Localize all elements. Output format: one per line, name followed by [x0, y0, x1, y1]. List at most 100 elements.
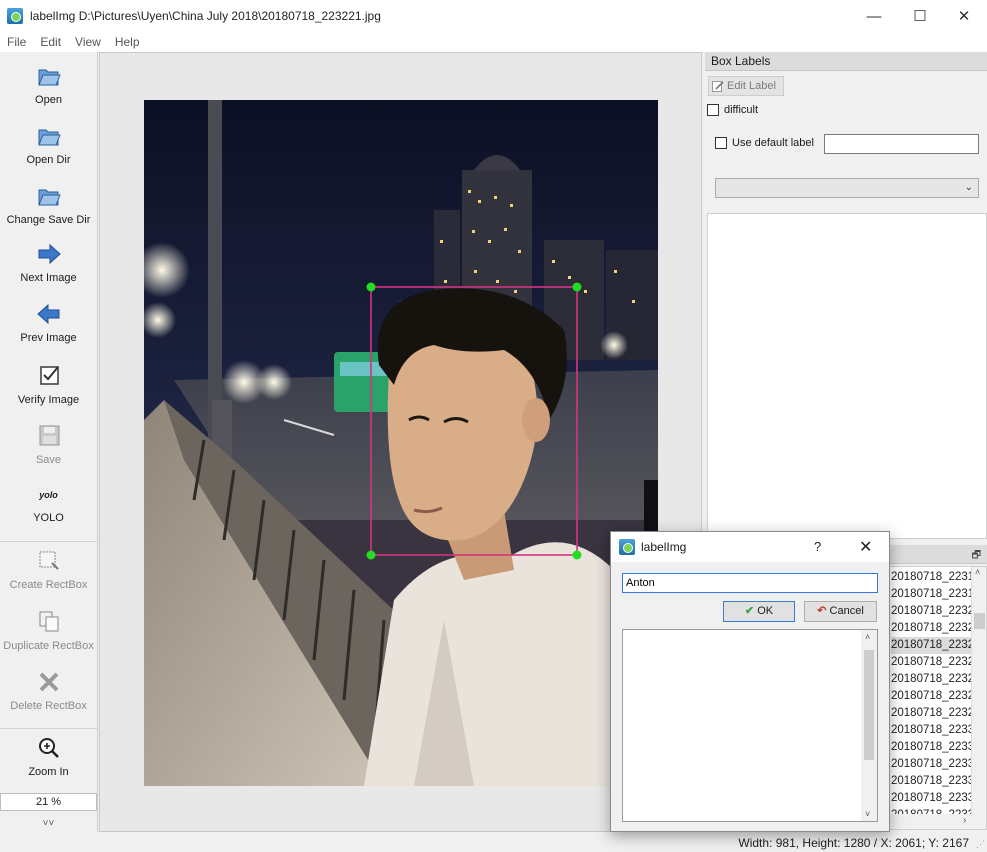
- menu-file[interactable]: File: [0, 35, 33, 49]
- window-titlebar: labelImg D:\Pictures\Uyen\China July 201…: [0, 0, 987, 32]
- scroll-right-icon[interactable]: ›: [963, 815, 966, 826]
- maximize-button[interactable]: ☐: [897, 0, 943, 32]
- delete-rectbox-button[interactable]: Delete RectBox: [0, 670, 97, 712]
- float-window-icon[interactable]: 🗗: [972, 548, 981, 565]
- yolo-icon: yolo: [39, 490, 58, 500]
- file-list-item[interactable]: 20180718_2232: [891, 705, 975, 722]
- edit-label-text: Edit Label: [727, 80, 776, 92]
- dialog-titlebar: labelImg ? ✕: [611, 532, 889, 562]
- cancel-button[interactable]: ↶ Cancel: [804, 601, 877, 622]
- duplicate-rectbox-button[interactable]: Duplicate RectBox: [0, 610, 97, 652]
- verify-image-label: Verify Image: [17, 394, 80, 406]
- arrow-left-icon: [36, 303, 59, 325]
- zoom-in-button[interactable]: Zoom In: [0, 736, 97, 778]
- duplicate-rectbox-label: Duplicate RectBox: [3, 640, 94, 652]
- zoom-in-icon: [38, 738, 59, 758]
- label-name-input[interactable]: [622, 573, 878, 593]
- scroll-thumb[interactable]: [864, 650, 874, 760]
- help-button[interactable]: ?: [814, 539, 821, 554]
- scroll-up-icon[interactable]: ˄: [865, 632, 870, 642]
- menu-bar: File Edit View Help: [0, 32, 987, 52]
- change-save-dir-label: Change Save Dir: [6, 214, 91, 226]
- file-list-vscrollbar[interactable]: ˄: [971, 567, 986, 817]
- yolo-format-button[interactable]: yolo YOLO: [0, 488, 97, 524]
- scroll-up-icon[interactable]: ˄: [975, 567, 980, 577]
- open-button[interactable]: Open: [0, 64, 97, 106]
- copy-icon: [39, 611, 58, 632]
- status-text: Width: 981, Height: 1280 / X: 2061; Y: 2…: [738, 836, 969, 850]
- toolbar-separator: [0, 728, 97, 729]
- label-combobox[interactable]: ⌄: [715, 178, 979, 198]
- bounding-box[interactable]: [370, 286, 578, 556]
- bbox-handle-bottom-right[interactable]: [572, 550, 582, 560]
- bbox-handle-bottom-left[interactable]: [366, 550, 376, 560]
- file-list-item[interactable]: 20180718_2232: [891, 654, 975, 671]
- next-image-button[interactable]: Next Image: [0, 242, 97, 284]
- floppy-disk-icon: [39, 425, 59, 446]
- file-list-item[interactable]: 20180718_2233: [891, 722, 975, 739]
- difficult-checkbox[interactable]: [707, 104, 719, 116]
- prev-image-label: Prev Image: [20, 332, 77, 344]
- arrow-right-icon: [38, 243, 61, 265]
- app-icon: [619, 539, 635, 555]
- status-bar: Width: 981, Height: 1280 / X: 2061; Y: 2…: [0, 832, 987, 852]
- checkmark-icon: ✔: [744, 605, 755, 617]
- use-default-label-checkbox[interactable]: [715, 137, 727, 149]
- file-list-item[interactable]: 20180718_2233: [891, 756, 975, 773]
- bbox-handle-top-right[interactable]: [572, 282, 582, 292]
- resize-grip-icon[interactable]: ⋰: [976, 839, 985, 850]
- dialog-label-history-list[interactable]: ˄ ˅: [622, 629, 878, 822]
- next-image-label: Next Image: [20, 272, 77, 284]
- label-dialog: labelImg ? ✕ ✔ OK ↶ Cancel ˄ ˅: [610, 531, 890, 832]
- undo-arrow-icon: ↶: [817, 605, 827, 617]
- file-list-item[interactable]: 20180718_2233: [891, 739, 975, 756]
- zoom-level-spinbox[interactable]: 21 %: [0, 793, 97, 811]
- cancel-label: Cancel: [829, 605, 864, 617]
- file-list-item[interactable]: 20180718_2231: [891, 569, 975, 586]
- edit-label-button[interactable]: Edit Label: [708, 76, 784, 96]
- edit-pencil-icon: [712, 81, 724, 92]
- yolo-label: YOLO: [33, 512, 64, 524]
- dialog-close-button[interactable]: ✕: [859, 537, 872, 557]
- window-title: labelImg D:\Pictures\Uyen\China July 201…: [30, 9, 381, 23]
- box-labels-title: Box Labels: [705, 52, 987, 71]
- open-label: Open: [35, 94, 62, 106]
- open-dir-button[interactable]: Open Dir: [0, 124, 97, 166]
- folder-open-icon: [37, 189, 61, 206]
- difficult-label: difficult: [724, 104, 759, 116]
- save-button[interactable]: Save: [0, 424, 97, 466]
- file-list-item[interactable]: 20180718_2233: [891, 773, 975, 790]
- file-list-item[interactable]: 20180718_2231: [891, 586, 975, 603]
- file-list-item[interactable]: 20180718_2232: [891, 603, 975, 620]
- verify-image-button[interactable]: Verify Image: [0, 364, 97, 406]
- ok-label: OK: [757, 605, 774, 617]
- dialog-list-vscrollbar[interactable]: ˄ ˅: [861, 630, 877, 821]
- delete-x-icon: [39, 672, 58, 692]
- file-list-item[interactable]: 20180718_2232: [891, 620, 975, 637]
- label-list[interactable]: [707, 213, 987, 539]
- folder-open-icon: [37, 69, 61, 86]
- minimize-button[interactable]: —: [851, 0, 897, 32]
- default-label-input[interactable]: [824, 134, 979, 154]
- file-list-item[interactable]: 20180718_2232: [891, 671, 975, 688]
- file-list-item[interactable]: 20180718_2232: [891, 637, 975, 654]
- prev-image-button[interactable]: Prev Image: [0, 302, 97, 344]
- toolbar-extension-button[interactable]: ˅˅: [0, 818, 97, 829]
- create-rectbox-button[interactable]: Create RectBox: [0, 549, 97, 591]
- menu-help[interactable]: Help: [108, 35, 147, 49]
- menu-view[interactable]: View: [68, 35, 108, 49]
- close-button[interactable]: ✕: [941, 0, 987, 32]
- file-list-item[interactable]: 20180718_2233: [891, 790, 975, 807]
- scroll-thumb[interactable]: [974, 613, 985, 629]
- bbox-handle-top-left[interactable]: [366, 282, 376, 292]
- menu-edit[interactable]: Edit: [33, 35, 68, 49]
- create-rect-icon: [39, 551, 59, 570]
- ok-button[interactable]: ✔ OK: [723, 601, 795, 622]
- close-icon: ✕: [957, 8, 971, 25]
- toolbar-separator: [0, 541, 97, 542]
- change-save-dir-button[interactable]: Change Save Dir: [0, 184, 97, 226]
- open-dir-label: Open Dir: [26, 154, 71, 166]
- file-list-item[interactable]: 20180718_2232: [891, 688, 975, 705]
- checkbox-checked-icon: [39, 366, 59, 385]
- scroll-down-icon[interactable]: ˅: [865, 809, 870, 819]
